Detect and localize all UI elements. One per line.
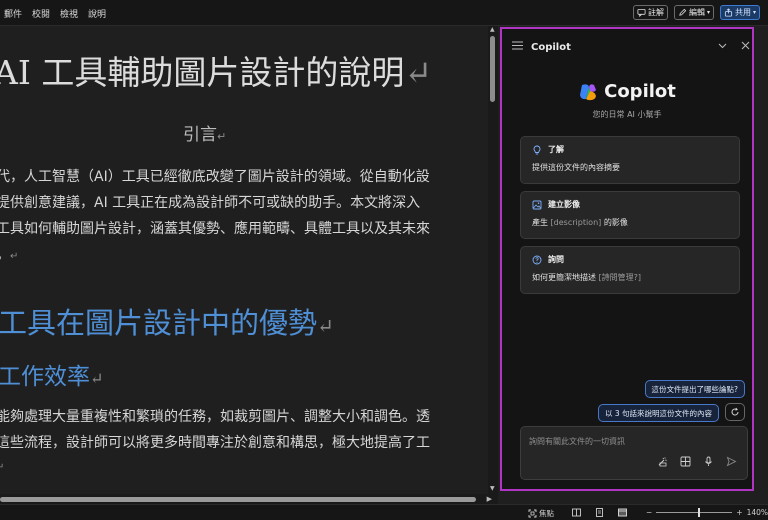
menubar: 郵件 校閱 檢視 說明 註解 編輯 ▾ 共用 ▾ xyxy=(0,0,768,26)
zoom-knob[interactable] xyxy=(698,508,701,517)
menu: 郵件 校閱 檢視 說明 xyxy=(4,7,106,20)
pane-header-actions xyxy=(718,41,750,53)
document-subtitle: 引言↵ xyxy=(183,125,227,145)
focus-icon xyxy=(528,509,537,518)
card-title: 建立影像 xyxy=(548,200,580,209)
zoom-in-button[interactable]: + xyxy=(736,508,742,517)
refresh-suggestions-button[interactable] xyxy=(725,403,745,421)
chat-input[interactable]: 詢問有關此文件的一切資訊 xyxy=(520,426,748,480)
paragraph-line: 工具如何輔助圖片設計，涵蓋其優勢、應用範疇、具體工具以及其未來 xyxy=(0,221,430,237)
chevron-down-icon[interactable] xyxy=(718,41,727,53)
chevron-down-icon: ▾ xyxy=(706,9,710,16)
editing-button[interactable]: 編輯 ▾ xyxy=(673,5,714,20)
suggestion-chip[interactable]: 以 3 句話來說明這份文件的內容 xyxy=(597,404,719,422)
paragraph-line: 。↵ xyxy=(0,247,19,263)
zoom-control: − + 140% xyxy=(646,508,768,517)
menu-view[interactable]: 檢視 xyxy=(60,7,78,20)
horizontal-scrollbar[interactable]: ▶ xyxy=(0,494,498,504)
menu-mailings[interactable]: 郵件 xyxy=(4,7,22,20)
paragraph-line: ↵ xyxy=(0,462,5,473)
copilot-pane: Copilot Copilot 您的日常 AI 小幫手 了解 提供這份文件的內容… xyxy=(500,27,754,491)
document-canvas[interactable]: AI 工具輔助圖片設計的說明↵ 引言↵ 代，人工智慧（AI）工具已經徹底改變了圖… xyxy=(0,26,488,494)
card-title: 了解 xyxy=(548,145,564,154)
scroll-up-icon[interactable]: ▲ xyxy=(490,26,495,33)
scroll-down-icon[interactable]: ▼ xyxy=(490,485,495,492)
paragraph-line: 這些流程，設計師可以將更多時間專注於創意和構思，極大地提高了工 xyxy=(0,435,430,451)
card-description: 提供這份文件的內容摘要 xyxy=(532,163,620,172)
pane-header: Copilot xyxy=(512,41,571,53)
top-actions: 註解 編輯 ▾ 共用 ▾ xyxy=(632,5,760,20)
view-switcher xyxy=(572,508,627,517)
menu-review[interactable]: 校閱 xyxy=(32,7,50,20)
send-icon[interactable] xyxy=(726,452,737,471)
print-layout-icon[interactable] xyxy=(595,508,604,517)
close-icon[interactable] xyxy=(741,41,750,53)
lightbulb-icon xyxy=(533,145,541,154)
prompt-card-ask[interactable]: 詢問 如何更簡潔地描述 [詩問管理?] xyxy=(520,246,740,294)
hamburger-menu-icon[interactable] xyxy=(512,41,523,53)
paragraph-mark: ↵ xyxy=(404,53,433,92)
editing-label: 編輯 xyxy=(688,8,705,17)
prompt-card-create-image[interactable]: 建立影像 產生 [description] 的影像 xyxy=(520,191,740,239)
grid-icon[interactable] xyxy=(680,452,691,471)
comment-icon xyxy=(637,8,646,17)
vertical-scrollbar[interactable]: ▲ ▼ xyxy=(488,26,498,494)
paragraph-mark: ↵ xyxy=(217,130,227,143)
copilot-brand: Copilot xyxy=(502,81,752,102)
card-description: 產生 [description] 的影像 xyxy=(532,218,628,227)
zoom-track xyxy=(656,512,733,513)
refresh-icon xyxy=(731,407,739,416)
comment-button[interactable]: 註解 xyxy=(632,5,668,20)
image-icon xyxy=(532,200,542,209)
chevron-down-icon: ▾ xyxy=(752,9,756,16)
focus-label: 焦點 xyxy=(539,509,554,518)
focus-mode-button[interactable]: 焦點 xyxy=(528,508,554,519)
chat-tools xyxy=(657,452,737,471)
document-title: AI 工具輔助圖片設計的說明↵ xyxy=(0,53,433,92)
microphone-icon[interactable] xyxy=(703,452,714,471)
web-layout-icon[interactable] xyxy=(618,508,627,517)
card-title: 詢問 xyxy=(548,255,564,264)
prompt-guide-icon[interactable] xyxy=(657,452,668,471)
card-description: 如何更簡潔地描述 [詩問管理?] xyxy=(532,273,642,282)
prompt-card-summarize[interactable]: 了解 提供這份文件的內容摘要 xyxy=(520,136,740,184)
paragraph-line: 提供創意建議，AI 工具正在成為設計師不可或缺的助手。本文將深入 xyxy=(0,195,421,211)
scroll-right-icon[interactable]: ▶ xyxy=(487,495,492,503)
share-button[interactable]: 共用 ▾ xyxy=(719,5,760,20)
comment-label: 註解 xyxy=(647,8,664,17)
read-mode-icon[interactable] xyxy=(572,508,581,517)
status-bar: 焦點 − + 140% xyxy=(0,504,768,520)
scroll-thumb[interactable] xyxy=(490,36,495,102)
heading-2: 工作效率↵ xyxy=(0,364,104,390)
suggestion-chip[interactable]: 這份文件提出了哪些論點? xyxy=(644,380,745,398)
pane-title: Copilot xyxy=(531,41,571,53)
zoom-level[interactable]: 140% xyxy=(747,508,768,517)
chat-input-placeholder: 詢問有關此文件的一切資訊 xyxy=(529,437,625,446)
zoom-out-button[interactable]: − xyxy=(646,508,652,517)
copilot-logo-icon xyxy=(580,83,597,100)
pencil-icon xyxy=(679,8,687,16)
brand-name: Copilot xyxy=(604,81,676,102)
share-icon xyxy=(724,8,733,17)
scroll-thumb[interactable] xyxy=(0,497,476,502)
question-icon xyxy=(532,255,542,264)
heading-1: 工具在圖片設計中的優勢↵ xyxy=(0,306,334,340)
tagline: 您的日常 AI 小幫手 xyxy=(592,110,662,119)
zoom-slider[interactable] xyxy=(656,508,733,517)
share-label: 共用 xyxy=(734,8,751,17)
paragraph-line: 代，人工智慧（AI）工具已經徹底改變了圖片設計的領域。從自動化設 xyxy=(0,169,430,185)
paragraph-line: 能夠處理大量重複性和繁瑣的任務，如裁剪圖片、調整大小和調色。透 xyxy=(0,409,430,425)
menu-help[interactable]: 說明 xyxy=(88,7,106,20)
